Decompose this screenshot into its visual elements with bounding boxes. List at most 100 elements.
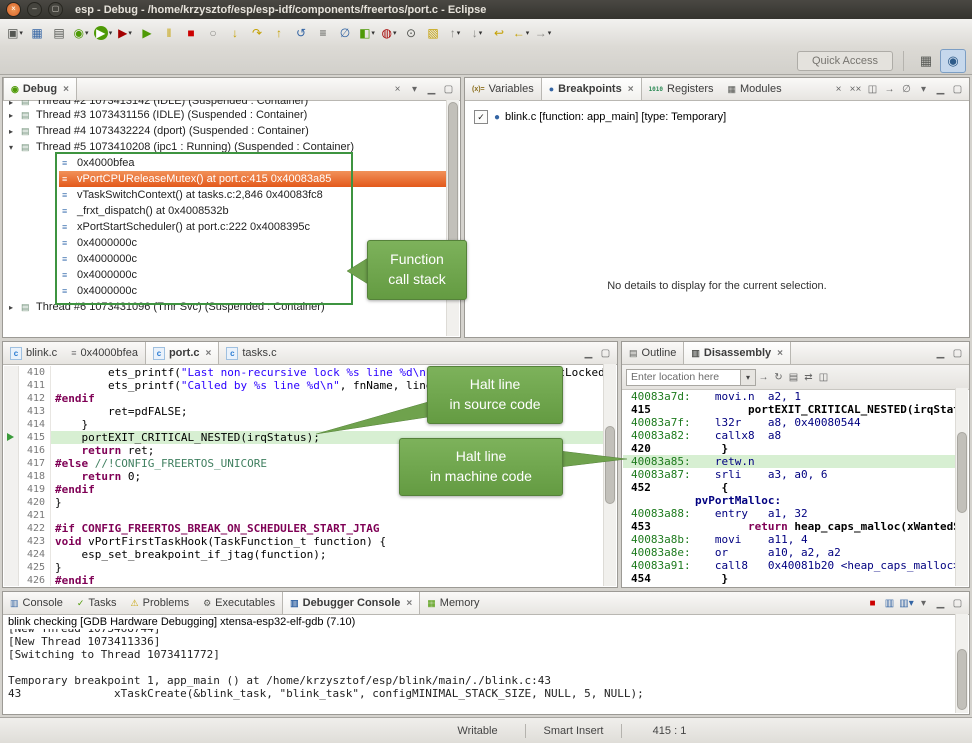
breakpoint-checkbox[interactable]: ✓: [474, 110, 488, 124]
step-into-icon[interactable]: ↓ ▾: [225, 22, 245, 44]
tab-debug[interactable]: ◉ Debug ×: [3, 78, 77, 100]
disassembly-row[interactable]: 40083a7f: l32r a8, 0x40080544: [623, 416, 956, 429]
thread-row[interactable]: ▾ ▤ Thread #5 1073410208 (ipc1 : Running…: [4, 139, 447, 155]
minimize-icon[interactable]: ▁: [424, 81, 439, 97]
expand-arrow-icon[interactable]: ▸: [9, 100, 21, 107]
next-annotation-icon[interactable]: ↓ ▾: [467, 22, 487, 44]
stack-frame-row[interactable]: ≡ vTaskSwitchContext() at tasks.c:2,846 …: [4, 187, 447, 203]
show-breakpoints-supported-icon[interactable]: ◫: [865, 81, 880, 97]
disassembly-row[interactable]: 420 }: [623, 442, 956, 455]
resume-icon[interactable]: ▶ ▾: [137, 22, 157, 44]
disassembly-row[interactable]: 40083a94: or.n a2, a10, a10: [623, 585, 956, 586]
minimize-icon[interactable]: ▁: [933, 81, 948, 97]
show-source-icon[interactable]: ▤: [786, 369, 801, 385]
tab-tasks-c[interactable]: c tasks.c ×: [219, 342, 283, 364]
close-tab-icon[interactable]: ×: [406, 598, 412, 609]
code-line[interactable]: 425 }: [4, 561, 604, 574]
forward-icon[interactable]: → ▾: [533, 22, 553, 44]
disassembly-row[interactable]: 452 {: [623, 481, 956, 494]
code-line[interactable]: 422 #if CONFIG_FREERTOS_BREAK_ON_SCHEDUL…: [4, 522, 604, 535]
annotation-ruler-cell[interactable]: [4, 366, 19, 379]
close-tab-icon[interactable]: ×: [628, 84, 634, 95]
drop-to-frame-icon[interactable]: ↺ ▾: [291, 22, 311, 44]
disassembly-scrollbar[interactable]: [955, 388, 968, 586]
thread-row[interactable]: ▸ ▤ Thread #2 1073413142 (IDLE) (Suspend…: [4, 100, 447, 107]
disassembly-listing[interactable]: 40083a7d: movi.n a2, 1 415 portEXIT_CRIT…: [623, 388, 956, 586]
profile-icon[interactable]: ◍ ▾: [379, 22, 399, 44]
step-over-icon[interactable]: ↷ ▾: [247, 22, 267, 44]
thread-row[interactable]: ▸ ▤ Thread #4 1073432224 (dport) (Suspen…: [4, 123, 447, 139]
stack-frame-row[interactable]: ≡ xPortStartScheduler() at port.c:222 0x…: [4, 219, 447, 235]
thread-row[interactable]: ▸ ▤ Thread #3 1073431156 (IDLE) (Suspend…: [4, 107, 447, 123]
link-with-source-icon[interactable]: ⇄: [801, 369, 816, 385]
disassembly-row[interactable]: 40083a85: retw.n: [623, 455, 956, 468]
disassembly-row[interactable]: 454 }: [623, 572, 956, 585]
minimize-icon[interactable]: ▁: [933, 345, 948, 361]
code-line[interactable]: 421: [4, 509, 604, 522]
editor-scrollbar[interactable]: [603, 364, 616, 586]
back-icon[interactable]: ← ▾: [511, 22, 531, 44]
disassembly-row[interactable]: pvPortMalloc:: [623, 494, 956, 507]
window-close-button[interactable]: ×: [6, 2, 21, 17]
location-input[interactable]: Enter location here ▾: [626, 369, 756, 386]
code-line[interactable]: 420 }: [4, 496, 604, 509]
external-tools-icon[interactable]: ▶ ▾: [115, 22, 135, 44]
tab-0x4000bfea[interactable]: ≡ 0x4000bfea ×: [64, 342, 145, 364]
maximize-icon[interactable]: ▢: [950, 345, 965, 361]
disassembly-row[interactable]: 40083a82: callx8 a8: [623, 429, 956, 442]
maximize-icon[interactable]: ▢: [950, 595, 965, 611]
tab-executables[interactable]: ⚙ Executables ×: [196, 592, 282, 614]
tab-variables[interactable]: (x)= Variables ×: [465, 78, 541, 100]
display-selected-console-icon[interactable]: ▥: [882, 595, 897, 611]
remove-all-breakpoints-icon[interactable]: ××: [848, 81, 863, 97]
instruction-stepping-icon[interactable]: ≡ ▾: [313, 22, 333, 44]
annotation-ruler-cell[interactable]: [4, 522, 19, 535]
stack-frame-row[interactable]: ≡ _frxt_dispatch() at 0x4008532b: [4, 203, 447, 219]
annotation-ruler-cell[interactable]: [4, 418, 19, 431]
previous-annotation-icon[interactable]: ↑ ▾: [445, 22, 465, 44]
view-menu-icon[interactable]: ▾: [916, 81, 931, 97]
remove-all-terminated-icon[interactable]: ×: [390, 81, 405, 97]
suspend-icon[interactable]: ‖ ▾: [159, 22, 179, 44]
open-console-icon[interactable]: ▥▾: [899, 595, 914, 611]
debug-perspective-icon[interactable]: ◉: [940, 49, 966, 73]
location-dropdown-icon[interactable]: ▾: [740, 370, 755, 385]
annotation-ruler-cell[interactable]: [4, 509, 19, 522]
minimize-icon[interactable]: ▁: [933, 595, 948, 611]
step-return-icon[interactable]: ↑ ▾: [269, 22, 289, 44]
tab-blink-c[interactable]: c blink.c ×: [3, 342, 64, 364]
mark-occurrences-icon[interactable]: ▧ ▾: [423, 22, 443, 44]
expand-arrow-icon[interactable]: ▸: [9, 303, 21, 312]
thread-row[interactable]: ▸ ▤ Thread #6 1073431096 (Tmr Svc) (Susp…: [4, 299, 447, 315]
refresh-icon[interactable]: ↻: [771, 369, 786, 385]
skip-all-breakpoints-icon[interactable]: ∅ ▾: [335, 22, 355, 44]
annotation-ruler-cell[interactable]: [4, 392, 19, 405]
annotation-ruler-cell[interactable]: [4, 431, 19, 444]
minimize-icon[interactable]: ▁: [581, 345, 596, 361]
tab-outline[interactable]: ▤ Outline ×: [622, 342, 683, 364]
annotation-ruler-cell[interactable]: [4, 496, 19, 509]
terminate-icon[interactable]: ■: [865, 595, 880, 611]
quick-access-input[interactable]: Quick Access: [797, 51, 893, 71]
expand-arrow-icon[interactable]: ▸: [9, 111, 21, 120]
code-line[interactable]: 423 void vPortFirstTaskHook(TaskFunction…: [4, 535, 604, 548]
tab-memory[interactable]: ▦ Memory ×: [420, 592, 486, 614]
window-maximize-button[interactable]: ▢: [48, 2, 63, 17]
skip-all-breakpoints-icon[interactable]: ∅: [899, 81, 914, 97]
annotation-ruler-cell[interactable]: [4, 548, 19, 561]
expand-arrow-icon[interactable]: ▾: [9, 143, 21, 152]
expand-arrow-icon[interactable]: ▸: [9, 127, 21, 136]
annotation-ruler-cell[interactable]: [4, 405, 19, 418]
print-icon[interactable]: ▤ ▾: [49, 22, 69, 44]
tab-console[interactable]: ▥ Console ×: [3, 592, 70, 614]
console-output[interactable]: blink checking [GDB Hardware Debugging] …: [4, 614, 956, 713]
terminate-icon[interactable]: ■ ▾: [181, 22, 201, 44]
maximize-icon[interactable]: ▢: [441, 81, 456, 97]
view-menu-icon[interactable]: ▾: [916, 595, 931, 611]
tab-port-c[interactable]: c port.c ×: [145, 342, 219, 364]
disassembly-row[interactable]: 40083a7d: movi.n a2, 1: [623, 390, 956, 403]
goto-pc-icon[interactable]: →: [756, 369, 771, 385]
disassembly-row[interactable]: 40083a91: call8 0x40081b20 <heap_caps_ma…: [623, 559, 956, 572]
new-wizard-icon[interactable]: ▣ ▾: [5, 22, 25, 44]
disassembly-row[interactable]: 453 return heap_caps_malloc(xWantedSize: [623, 520, 956, 533]
